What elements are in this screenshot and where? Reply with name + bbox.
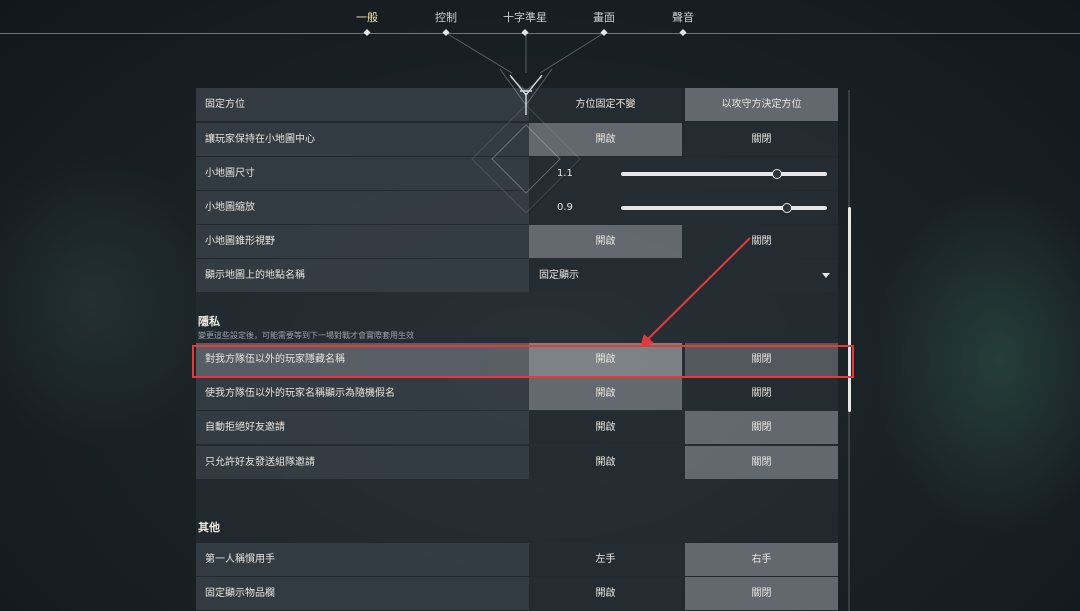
slider-thumb[interactable] [771, 169, 782, 179]
slider-value: 1.1 [557, 168, 573, 179]
background-glow-right [870, 180, 1080, 540]
setting-row-handedness: 第一人稱慣用手 左手 右手 [196, 543, 838, 576]
slider-value: 0.9 [557, 202, 573, 213]
option-left-hand[interactable]: 左手 [529, 543, 682, 576]
tab-general[interactable]: 一般 [356, 9, 378, 25]
slider-track[interactable] [621, 203, 827, 213]
option-on[interactable]: 開啟 [529, 446, 682, 479]
section-subtitle-privacy: 變更這些設定後，可能需要等到下一場對戰才會實際套用生效 [198, 331, 414, 340]
option-off[interactable]: 關閉 [685, 577, 838, 610]
setting-label: 對我方隊伍以外的玩家隱藏名稱 [205, 354, 345, 365]
setting-label: 第一人稱慣用手 [205, 554, 275, 565]
scrollbar-thumb[interactable] [848, 207, 851, 412]
minimap-zoom-slider [529, 191, 838, 224]
setting-label: 自動拒絕好友邀請 [205, 422, 285, 433]
option-fixed[interactable]: 方位固定不變 [529, 88, 682, 121]
setting-row-fixed-orientation: 固定方位 方位固定不變 以攻守方決定方位 [196, 88, 838, 121]
option-off[interactable]: 關閉 [685, 377, 838, 410]
setting-label: 小地圖縮放 [205, 202, 255, 213]
tab-dot-video [600, 28, 608, 37]
option-on[interactable]: 開啟 [529, 343, 682, 376]
setting-label: 讓玩家保持在小地圖中心 [205, 134, 315, 145]
setting-row-hide-names: 對我方隊伍以外的玩家隱藏名稱 開啟 關閉 [196, 343, 838, 376]
option-off[interactable]: 關閉 [685, 411, 838, 444]
setting-label: 固定方位 [205, 99, 245, 110]
tab-bar-divider [0, 33, 1080, 34]
option-on[interactable]: 開啟 [529, 577, 682, 610]
option-off[interactable]: 關閉 [685, 123, 838, 156]
option-off[interactable]: 關閉 [685, 446, 838, 479]
setting-row-minimap-size: 小地圖尺寸 1.1 [196, 157, 838, 190]
setting-label: 小地圖尺寸 [205, 168, 255, 179]
option-off[interactable]: 關閉 [685, 225, 838, 258]
section-title-other: 其他 [198, 521, 220, 534]
slider-track[interactable] [621, 169, 827, 179]
tab-dot-general [363, 28, 371, 37]
setting-label: 只允許好友發送組隊邀請 [205, 457, 315, 468]
setting-label: 顯示地圖上的地點名稱 [205, 270, 305, 281]
tab-audio[interactable]: 聲音 [672, 9, 694, 25]
tab-controls[interactable]: 控制 [435, 9, 457, 25]
option-on[interactable]: 開啟 [529, 411, 682, 444]
setting-row-keep-player-centered: 讓玩家保持在小地圖中心 開啟 關閉 [196, 123, 838, 156]
dropdown-value: 固定顯示 [539, 270, 579, 281]
tab-dot-audio [679, 28, 687, 37]
setting-label: 固定顯示物品欄 [205, 588, 275, 599]
setting-label: 小地圖錐形視野 [205, 236, 275, 247]
setting-row-vision-cones: 小地圖錐形視野 開啟 關閉 [196, 225, 838, 258]
minimap-size-slider [529, 157, 838, 190]
slider-thumb[interactable] [781, 203, 792, 213]
setting-row-friends-party-only: 只允許好友發送組隊邀請 開啟 關閉 [196, 446, 838, 479]
option-off[interactable]: 關閉 [685, 343, 838, 376]
section-title-privacy: 隱私 [198, 315, 220, 328]
setting-row-random-names: 使我方隊伍以外的玩家名稱顯示為隨機假名 開啟 關閉 [196, 377, 838, 410]
tab-video[interactable]: 畫面 [593, 9, 615, 25]
option-on[interactable]: 開啟 [529, 225, 682, 258]
setting-row-region-names: 顯示地圖上的地點名稱 固定顯示 [196, 259, 838, 292]
tab-dot-controls [442, 28, 450, 37]
option-on[interactable]: 開啟 [529, 377, 682, 410]
setting-row-auto-decline-friend: 自動拒絕好友邀請 開啟 關閉 [196, 411, 838, 444]
setting-row-inventory: 固定顯示物品欄 開啟 關閉 [196, 577, 838, 610]
tab-crosshair[interactable]: 十字準星 [503, 9, 547, 25]
background-glow-left [0, 150, 220, 450]
chevron-down-icon [822, 273, 830, 278]
option-based-on-side[interactable]: 以攻守方決定方位 [685, 88, 838, 121]
setting-row-minimap-zoom: 小地圖縮放 0.9 [196, 191, 838, 224]
region-names-dropdown[interactable]: 固定顯示 [529, 259, 838, 292]
option-on[interactable]: 開啟 [529, 123, 682, 156]
tab-dot-crosshair [521, 28, 529, 37]
setting-label: 使我方隊伍以外的玩家名稱顯示為隨機假名 [205, 388, 395, 399]
settings-tab-bar: 一般 控制 十字準星 畫面 聲音 [0, 0, 1080, 40]
option-right-hand[interactable]: 右手 [685, 543, 838, 576]
